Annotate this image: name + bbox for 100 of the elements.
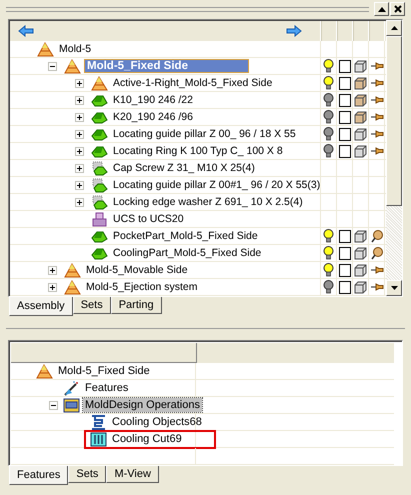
cube-icon[interactable] [354, 144, 367, 158]
lightbulb-icon[interactable] [323, 246, 334, 260]
checkbox[interactable] [338, 144, 350, 158]
tree-item[interactable]: CoolingPart_Mold-5_Fixed Side [111, 246, 264, 260]
expand-toggle[interactable] [74, 146, 84, 156]
tree-item[interactable]: Locking edge washer Z 691_ 10 X 2.5(4) [111, 195, 305, 209]
tree-item[interactable]: Active-1-Right_Mold-5_Fixed Side [111, 76, 274, 90]
round-pin-icon[interactable] [370, 246, 382, 260]
checkbox[interactable] [338, 280, 350, 294]
column-header[interactable] [11, 343, 197, 363]
lightbulb-icon[interactable] [323, 59, 334, 73]
scroll-up-button[interactable] [374, 2, 389, 16]
expand-toggle[interactable] [74, 130, 84, 138]
part-icon [91, 92, 108, 108]
down-triangle-icon[interactable] [390, 286, 398, 290]
cube-icon[interactable] [354, 110, 367, 124]
pyramid-icon [64, 58, 81, 74]
cabinet-icon [63, 398, 80, 412]
lightbulb-icon[interactable] [323, 110, 334, 124]
close-button[interactable] [390, 2, 405, 16]
tree-item[interactable]: Mold-5_Fixed Side [56, 364, 152, 378]
tab[interactable]: Parting [110, 297, 162, 314]
checkbox[interactable] [338, 110, 350, 124]
tab[interactable]: Features [9, 466, 68, 485]
pushpin-icon[interactable] [370, 265, 384, 275]
checkbox[interactable] [338, 246, 350, 260]
pushpin-icon[interactable] [370, 95, 384, 105]
tree-item[interactable]: Locating Ring K 100 Typ C_ 100 X 8 [111, 144, 285, 158]
lightbulb-icon[interactable] [323, 93, 334, 107]
tree-item[interactable]: Cooling Cut69 [110, 432, 184, 446]
expand-toggle[interactable] [48, 62, 56, 70]
lightbulb-icon[interactable] [323, 144, 334, 158]
expand-toggle[interactable] [48, 282, 56, 292]
cube-icon[interactable] [354, 128, 367, 140]
tree-item[interactable]: Mold-5_Fixed Side [84, 59, 249, 73]
tree-item[interactable]: Mold-5_Ejection system [84, 280, 200, 294]
checkbox[interactable] [338, 60, 350, 72]
pushpin-icon[interactable] [370, 61, 384, 71]
right-arrow-icon[interactable] [286, 25, 302, 37]
part-stack-icon [91, 194, 108, 210]
cube-icon[interactable] [354, 246, 367, 260]
tree-item[interactable]: Mold-5 [57, 42, 94, 56]
pyramid-icon [36, 364, 53, 378]
tree-item[interactable]: Locating guide pillar Z 00#1_ 96 / 20 X 55(3) [111, 178, 322, 192]
tree-item[interactable]: Features [83, 381, 130, 395]
cube-icon[interactable] [354, 76, 367, 90]
part-icon [91, 110, 108, 124]
expand-toggle[interactable] [74, 96, 84, 104]
checkbox[interactable] [338, 264, 350, 276]
wand-icon [63, 380, 80, 396]
tab[interactable]: Assembly [9, 297, 73, 316]
expand-toggle[interactable] [48, 266, 56, 274]
part-icon [91, 126, 108, 142]
expand-toggle[interactable] [74, 198, 84, 206]
tree-item[interactable]: Cap Screw Z 31_ M10 X 25(4) [111, 161, 257, 175]
tree-item[interactable]: Locating guide pillar Z 00_ 96 / 18 X 55 [111, 127, 298, 141]
left-arrow-icon[interactable] [18, 25, 34, 37]
lightbulb-icon[interactable] [323, 76, 334, 90]
pushpin-icon[interactable] [370, 146, 384, 156]
expand-toggle[interactable] [74, 180, 84, 190]
lightbulb-icon[interactable] [323, 127, 334, 141]
tree-item[interactable]: Mold-5_Movable Side [84, 263, 190, 277]
lightbulb-icon[interactable] [323, 280, 334, 294]
tree-item[interactable]: Cooling Objects68 [110, 415, 204, 429]
cube-icon[interactable] [354, 60, 367, 72]
expand-toggle[interactable] [48, 400, 58, 410]
tree-item[interactable]: K10_190 246 /22 [111, 93, 195, 107]
part-stack-icon [91, 178, 108, 192]
pyramid-icon [37, 42, 54, 56]
tab[interactable]: Sets [68, 466, 106, 483]
close-icon [394, 5, 402, 13]
expand-toggle[interactable] [74, 112, 84, 122]
checkbox[interactable] [338, 94, 350, 106]
cube-icon[interactable] [354, 264, 367, 276]
expand-toggle[interactable] [74, 164, 84, 172]
part-icon [91, 246, 108, 260]
tree-item[interactable]: K20_190 246 /96 [111, 110, 195, 124]
pushpin-icon[interactable] [370, 129, 384, 139]
checkbox[interactable] [338, 230, 350, 242]
expand-toggle[interactable] [74, 78, 84, 88]
tab[interactable]: Sets [72, 297, 111, 314]
cube-icon[interactable] [354, 230, 367, 242]
cube-icon[interactable] [354, 280, 367, 294]
lightbulb-icon[interactable] [323, 263, 334, 277]
pushpin-icon[interactable] [370, 112, 384, 122]
scrollbar[interactable] [386, 20, 402, 296]
cube-icon[interactable] [354, 94, 367, 106]
round-pin-icon[interactable] [370, 230, 382, 242]
checkbox[interactable] [338, 128, 350, 140]
tree-item[interactable]: MoldDesign Operations [83, 398, 202, 412]
tab[interactable]: M-View [106, 466, 159, 483]
pushpin-icon[interactable] [370, 78, 384, 88]
up-triangle-icon[interactable] [390, 26, 398, 30]
pushpin-icon[interactable] [370, 282, 384, 292]
part-icon [91, 228, 108, 244]
lightbulb-icon[interactable] [323, 229, 334, 243]
checkbox[interactable] [338, 76, 350, 90]
tree-item[interactable]: PocketPart_Mold-5_Fixed Side [111, 229, 260, 243]
tree-item[interactable]: UCS to UCS20 [111, 212, 186, 226]
coil-icon [90, 414, 107, 430]
